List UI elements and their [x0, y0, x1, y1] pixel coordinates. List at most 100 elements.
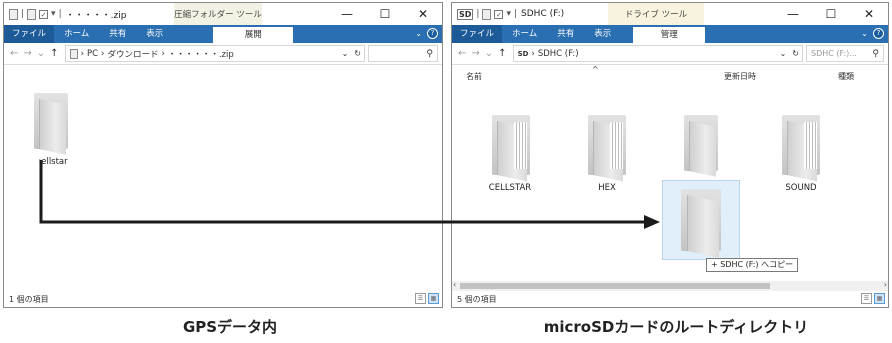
chevron-down-icon[interactable]: ⌄ [342, 49, 349, 58]
recent-dropdown-icon[interactable]: ⌄ [485, 48, 493, 59]
minimize-button[interactable]: — [774, 3, 812, 25]
ribbon-help: ⌄ ? [415, 28, 438, 39]
checkbox-icon[interactable]: ✓ [494, 9, 504, 19]
folder-icon [681, 189, 721, 258]
view-buttons: ☰ ▦ [861, 293, 885, 304]
folder-label[interactable]: HEX [570, 183, 644, 193]
folder-icon[interactable] [492, 115, 530, 182]
breadcrumb-downloads[interactable]: ダウンロード [107, 48, 158, 60]
zip-folder-icon [69, 48, 78, 59]
title-bar: SD | ✓ ▾ | SDHC (F:) ドライブ ツール — ☐ ✕ [452, 3, 888, 25]
separator: | [58, 9, 62, 19]
item-count: 1 個の項目 [9, 294, 49, 304]
dropdown-arrow-icon[interactable]: ▾ [506, 9, 511, 19]
back-arrow-icon[interactable]: ← [458, 48, 466, 59]
title-bar: | ✓ ▾ | ・・・・・.zip 圧縮フォルダー ツール — ☐ ✕ [4, 3, 442, 25]
breadcrumb-pc[interactable]: PC [87, 49, 98, 59]
folder-icon[interactable] [782, 115, 820, 182]
separator: | [476, 9, 480, 19]
close-button[interactable]: ✕ [850, 3, 888, 25]
explorer-window-sdhc: SD | ✓ ▾ | SDHC (F:) ドライブ ツール — ☐ ✕ ファイル… [451, 2, 889, 308]
breadcrumb-drive[interactable]: SDHC (F:) [538, 49, 579, 59]
file-list: :ellstar [4, 65, 442, 291]
dropdown-arrow-icon[interactable]: ▾ [51, 9, 56, 19]
tab-view[interactable]: 表示 [136, 25, 173, 43]
tab-extract[interactable]: 展開 [213, 27, 294, 43]
maximize-button[interactable]: ☐ [812, 3, 850, 25]
sort-ascending-icon: ^ [592, 65, 599, 74]
breadcrumb-sep: › [161, 48, 165, 59]
tab-share[interactable]: 共有 [547, 25, 584, 43]
search-input[interactable]: ⚲ [368, 45, 438, 62]
ribbon-tabs: ファイル ホーム 共有 表示 管理 ⌄ ? [452, 25, 888, 43]
forward-arrow-icon[interactable]: → [23, 48, 31, 59]
help-icon[interactable]: ? [427, 28, 438, 39]
maximize-button[interactable]: ☐ [366, 3, 404, 25]
separator: | [21, 9, 25, 19]
details-view-icon[interactable]: ☰ [861, 293, 872, 304]
address-controls: ⌄ ↻ [780, 49, 799, 58]
zip-folder-icon [9, 8, 18, 20]
minimize-button[interactable]: — [328, 3, 366, 25]
properties-icon[interactable] [482, 8, 492, 20]
column-type[interactable]: 種類 [838, 71, 854, 82]
tab-home[interactable]: ホーム [54, 25, 99, 43]
tab-view[interactable]: 表示 [584, 25, 621, 43]
address-bar-row: ← → ⌄ ↑ › PC › ダウンロード › ・・・・・・.zip ⌄ ↻ ⚲ [4, 43, 442, 65]
folder-icon[interactable] [588, 115, 626, 182]
address-bar-row: ← → ⌄ ↑ SD › SDHC (F:) ⌄ ↻ SDHC (F:)... … [452, 43, 888, 65]
forward-arrow-icon[interactable]: → [471, 48, 479, 59]
breadcrumb-zip[interactable]: ・・・・・・.zip [168, 48, 234, 60]
checkbox-icon[interactable]: ✓ [39, 9, 49, 19]
address-bar[interactable]: › PC › ダウンロード › ・・・・・・.zip ⌄ ↻ [64, 45, 365, 62]
window-controls: — ☐ ✕ [328, 3, 442, 25]
search-icon: ⚲ [426, 48, 433, 59]
recent-dropdown-icon[interactable]: ⌄ [37, 48, 45, 59]
status-bar: 1 個の項目 ☰ ▦ [4, 291, 442, 307]
tab-share[interactable]: 共有 [99, 25, 136, 43]
sd-card-icon: SD [457, 8, 474, 20]
details-view-icon[interactable]: ☰ [415, 293, 426, 304]
folder-icon[interactable] [684, 115, 718, 177]
refresh-icon[interactable]: ↻ [792, 49, 799, 58]
refresh-icon[interactable]: ↻ [354, 49, 361, 58]
item-count: 5 個の項目 [457, 294, 497, 304]
scroll-right-icon[interactable]: › [884, 280, 887, 289]
chevron-down-icon[interactable]: ⌄ [861, 29, 868, 38]
status-bar: 5 個の項目 ☰ ▦ [452, 291, 888, 307]
tab-home[interactable]: ホーム [502, 25, 547, 43]
search-placeholder: SDHC (F:)... [811, 49, 857, 58]
tab-file[interactable]: ファイル [452, 25, 503, 43]
tab-file[interactable]: ファイル [4, 25, 55, 43]
chevron-down-icon[interactable]: ⌄ [415, 29, 422, 38]
window-controls: — ☐ ✕ [774, 3, 888, 25]
properties-icon[interactable] [27, 8, 37, 20]
folder-label[interactable]: CELLSTAR [470, 183, 550, 193]
column-headers: 名前 ^ 更新日時 種類 [452, 65, 888, 85]
tab-manage[interactable]: 管理 [633, 27, 706, 43]
horizontal-scrollbar[interactable]: ‹ › [452, 280, 888, 291]
scroll-thumb[interactable] [460, 283, 770, 289]
folder-icon[interactable] [34, 93, 68, 155]
search-input[interactable]: SDHC (F:)... ⚲ [806, 45, 884, 62]
sd-card-icon: SD [517, 49, 529, 58]
search-icon: ⚲ [872, 48, 879, 59]
folder-label[interactable]: SOUND [764, 183, 838, 193]
up-arrow-icon[interactable]: ↑ [498, 48, 506, 59]
large-icons-view-icon[interactable]: ▦ [874, 293, 885, 304]
address-bar[interactable]: SD › SDHC (F:) ⌄ ↻ [512, 45, 803, 62]
help-icon[interactable]: ? [873, 28, 884, 39]
column-name[interactable]: 名前 [466, 71, 482, 82]
up-arrow-icon[interactable]: ↑ [50, 48, 58, 59]
view-buttons: ☰ ▦ [415, 293, 439, 304]
ribbon-help: ⌄ ? [861, 28, 884, 39]
column-modified[interactable]: 更新日時 [724, 71, 756, 82]
chevron-down-icon[interactable]: ⌄ [780, 49, 787, 58]
scroll-left-icon[interactable]: ‹ [453, 280, 456, 289]
quick-access-toolbar: SD | ✓ ▾ | [452, 8, 517, 20]
close-button[interactable]: ✕ [404, 3, 442, 25]
back-arrow-icon[interactable]: ← [10, 48, 18, 59]
large-icons-view-icon[interactable]: ▦ [428, 293, 439, 304]
caption-right: microSDカードのルートディレクトリ [543, 318, 809, 336]
folder-label[interactable]: :ellstar [18, 157, 88, 167]
